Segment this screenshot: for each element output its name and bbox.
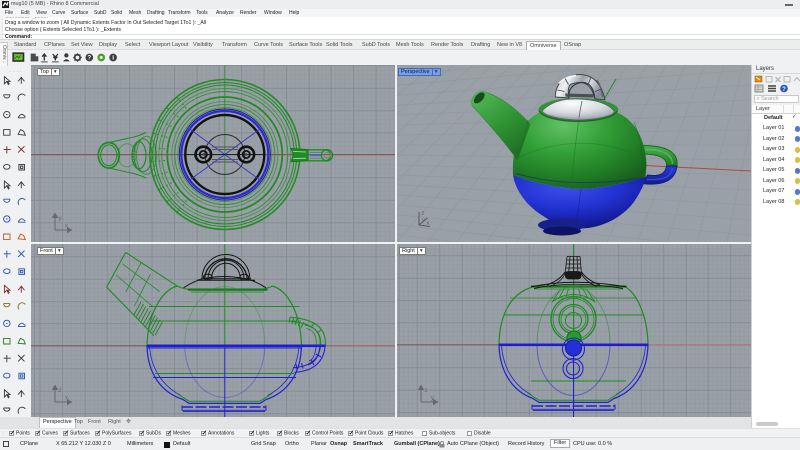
- svg-text:z: z: [425, 388, 428, 394]
- svg-text:z: z: [59, 388, 62, 394]
- svg-text:x: x: [65, 396, 68, 402]
- svg-text:?: ?: [782, 87, 786, 93]
- svg-text:z: z: [422, 211, 425, 217]
- svg-text:y: y: [422, 218, 425, 224]
- svg-text:x: x: [65, 224, 68, 230]
- svg-text:?: ?: [88, 56, 92, 62]
- svg-text:y: y: [59, 216, 62, 222]
- svg-text:y: y: [431, 396, 434, 402]
- svg-text:x: x: [427, 221, 430, 227]
- svg-text:i: i: [112, 55, 114, 62]
